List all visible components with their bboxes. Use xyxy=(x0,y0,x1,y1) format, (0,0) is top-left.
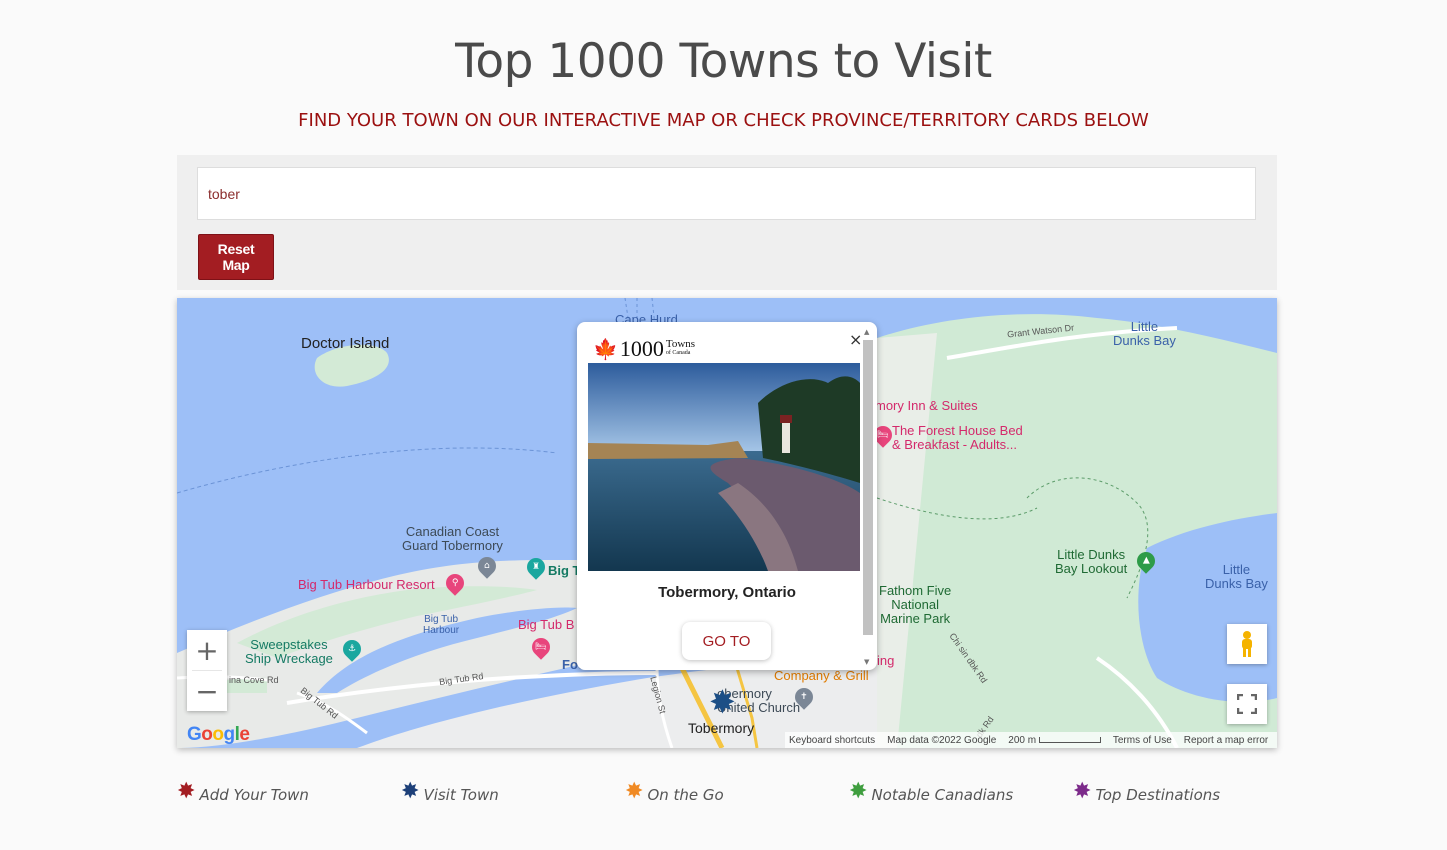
map-label-sweepstakes: Sweepstakes Ship Wreckage xyxy=(245,637,333,666)
scale-text: 200 m xyxy=(1008,734,1037,746)
google-logo-letter: G xyxy=(187,724,202,745)
map-attribution-bar: Keyboard shortcuts Map data ©2022 Google… xyxy=(785,732,1277,748)
map-label-fathom-five: Fathom Five National Marine Park xyxy=(879,583,952,626)
town-photo xyxy=(588,363,860,571)
map-label-company-grill: Company & Grill xyxy=(774,668,869,683)
report-map-error-link[interactable]: Report a map error xyxy=(1184,735,1268,746)
pegman-icon xyxy=(1242,631,1252,657)
fullscreen-icon xyxy=(1237,694,1257,714)
legend-label: Notable Canadians xyxy=(871,786,1014,804)
logo-of-canada: of Canada xyxy=(665,350,691,356)
maple-leaf-icon: ✸ xyxy=(177,778,196,804)
map-label-inn-suites: mory Inn & Suites xyxy=(875,398,978,413)
zoom-out-button[interactable]: − xyxy=(187,671,227,711)
map-label-cove-rd: ina Cove Rd xyxy=(229,675,279,685)
legend-label: On the Go xyxy=(647,786,724,804)
google-logo-letter: o xyxy=(212,724,224,745)
keyboard-shortcuts-link[interactable]: Keyboard shortcuts xyxy=(789,735,875,746)
town-info-popup: 🍁 1000 Towns of Canada × Tobermory, Onta… xyxy=(577,322,877,670)
page-subtitle: FIND YOUR TOWN ON OUR INTERACTIVE MAP OR… xyxy=(298,110,1149,131)
google-logo-letter: e xyxy=(239,724,250,745)
google-logo-letter: g xyxy=(223,724,236,745)
legend-label: Top Destinations xyxy=(1095,786,1221,804)
map-label-big-t: Big T xyxy=(548,563,581,578)
reset-map-button[interactable]: Reset Map xyxy=(198,234,274,280)
map-data-text: Map data ©2022 Google xyxy=(887,734,997,746)
scroll-up-icon[interactable]: ▲ xyxy=(864,328,869,336)
map-legend: ✸ Add Your Town ✸ Visit Town ✸ On the Go… xyxy=(0,778,1447,818)
street-view-pegman-button[interactable] xyxy=(1227,624,1267,664)
map-label-little-dunks-bay-top: Little Dunks Bay xyxy=(1113,319,1176,348)
zoom-in-button[interactable]: + xyxy=(187,630,227,670)
zoom-control: + − xyxy=(187,630,227,711)
map-label-little-dunks-bay-right: Little Dunks Bay xyxy=(1205,562,1268,591)
interactive-map[interactable]: Doctor Island Cape Hurd Grant Watson Dr … xyxy=(177,298,1277,748)
legend-item-add-your-town[interactable]: ✸ Add Your Town xyxy=(177,778,309,805)
legend-item-on-the-go[interactable]: ✸ On the Go xyxy=(625,778,724,805)
map-label-doctor-island: Doctor Island xyxy=(301,335,390,352)
legend-label: Add Your Town xyxy=(199,786,309,804)
popup-brand-logo: 🍁 1000 Towns of Canada xyxy=(593,336,695,362)
logo-number: 1000 xyxy=(619,336,664,361)
scale-bar xyxy=(1038,736,1101,743)
scale-indicator[interactable]: 200 m xyxy=(1008,735,1101,746)
map-label-ing: ing xyxy=(877,653,895,668)
map-label-little-dunks-lookout: Little Dunks Bay Lookout xyxy=(1055,547,1128,576)
legend-label: Visit Town xyxy=(423,786,499,804)
legend-item-notable-canadians[interactable]: ✸ Notable Canadians xyxy=(849,778,1014,805)
fullscreen-button[interactable] xyxy=(1227,684,1267,724)
maple-leaf-icon: ✸ xyxy=(401,778,420,804)
maple-leaf-icon: ✸ xyxy=(1073,778,1092,804)
map-label-big-tub-harbour: Big Tub Harbour xyxy=(423,614,460,636)
map-label-tobermory: Tobermory xyxy=(688,720,755,736)
popup-scrollbar[interactable]: ▲ ▼ xyxy=(863,328,873,668)
legend-item-top-destinations[interactable]: ✸ Top Destinations xyxy=(1073,778,1221,805)
popup-close-icon[interactable]: × xyxy=(849,330,862,349)
scroll-thumb[interactable] xyxy=(863,340,873,635)
town-search-input[interactable] xyxy=(197,167,1256,220)
map-label-big-tub-resort: Big Tub Harbour Resort xyxy=(298,577,435,592)
page-title: Top 1000 Towns to Visit xyxy=(455,34,992,89)
scroll-down-icon[interactable]: ▼ xyxy=(864,658,869,666)
terms-of-use-link[interactable]: Terms of Use xyxy=(1113,735,1172,746)
maple-leaf-icon: 🍁 xyxy=(593,337,618,361)
google-logo[interactable]: Google xyxy=(187,724,250,746)
logo-towns-text: Towns of Canada xyxy=(665,339,695,358)
map-label-coast-guard: Canadian Coast Guard Tobermory xyxy=(402,524,503,553)
maple-leaf-icon: ✸ xyxy=(625,778,644,804)
map-label-forest-house: The Forest House Bed & Breakfast - Adult… xyxy=(892,423,1023,452)
google-logo-letter: o xyxy=(201,724,213,745)
town-marker-icon[interactable]: ✸ xyxy=(709,683,736,721)
maple-leaf-icon: ✸ xyxy=(849,778,868,804)
legend-item-visit-town[interactable]: ✸ Visit Town xyxy=(401,778,499,805)
map-label-big-tub-b: Big Tub B xyxy=(518,617,575,632)
search-panel: Reset Map xyxy=(177,155,1277,290)
lighthouse-photo xyxy=(588,363,860,571)
go-to-town-button[interactable]: GO TO xyxy=(682,622,771,660)
popup-town-name: Tobermory, Ontario xyxy=(658,584,796,601)
